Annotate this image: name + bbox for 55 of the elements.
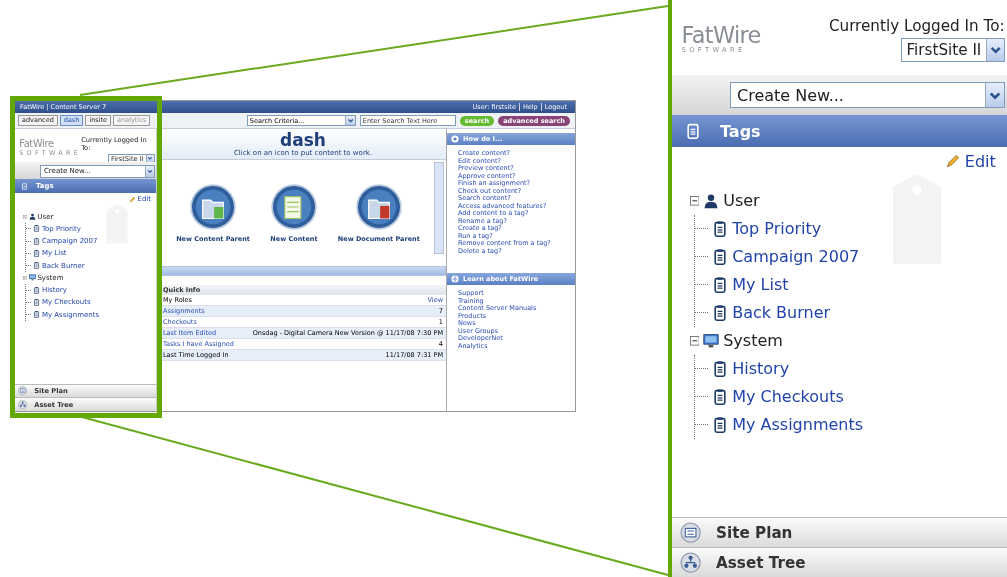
tag-document-icon [712,277,729,293]
tag-document-icon [33,286,41,294]
tag-link[interactable]: My Checkouts [732,387,844,407]
pencil-icon [128,196,136,203]
logo-wordmark: FatWire [681,24,761,47]
logged-in-label: Currently Logged In To: [828,16,1005,35]
tree-folder-label[interactable]: System [723,331,783,351]
tag-document-icon [33,249,41,257]
tag-document-icon [712,417,729,433]
horizontal-scrollbar[interactable] [160,266,446,276]
tag-link[interactable]: My Assignments [732,415,864,435]
monitor-icon [703,333,720,349]
hierarchy-icon [679,551,701,574]
pencil-icon [944,153,961,170]
folder-document-icon[interactable] [355,183,402,230]
tags-section-header[interactable]: Tags [672,115,1007,148]
site-dropdown[interactable]: FirstSite II [900,37,1005,62]
help-icon [451,135,459,143]
hierarchy-icon [18,400,28,410]
tag-document-icon [712,249,729,265]
dash-title: dash [280,131,326,149]
tag-link[interactable]: Back Burner [732,303,831,323]
tree-folder-label[interactable]: User [723,191,760,211]
globe-icon [451,275,459,283]
accordion-panel-header[interactable]: Asset Tree [672,547,1007,577]
person-icon [703,193,720,209]
tag-document-icon [712,389,729,405]
accordion-panel-header[interactable]: Site Plan [672,517,1007,548]
tag-link[interactable]: My List [732,275,789,295]
tag-document-icon [33,311,41,319]
folder-icon[interactable] [190,183,237,230]
tag-document-icon [33,262,41,270]
vertical-scrollbar[interactable] [434,162,444,254]
logo-wordmark: FatWire [19,139,55,150]
tag-document-icon [33,237,41,245]
tag-document-icon [712,305,729,321]
list-icon [18,386,28,396]
create-new-dropdown[interactable]: Create New... [729,82,1005,109]
tag-link[interactable]: Campaign 2007 [732,247,860,267]
tag-document-icon [712,361,729,377]
tag-document-icon [33,225,41,233]
collapse-icon[interactable] [689,196,700,206]
edit-link[interactable]: Edit [944,152,996,171]
tag-link[interactable]: Top Priority [732,219,822,239]
tag-document-icon [712,221,729,237]
chevron-down-icon [346,116,354,125]
person-icon [28,213,36,221]
document-icon[interactable] [270,183,317,230]
monitor-icon [28,274,36,282]
collapse-icon[interactable] [689,336,700,346]
tag-icon [684,123,701,140]
list-icon [679,522,701,544]
tag-icon [20,182,28,190]
tag-link[interactable]: History [732,359,790,379]
tag-document-icon [33,298,41,306]
